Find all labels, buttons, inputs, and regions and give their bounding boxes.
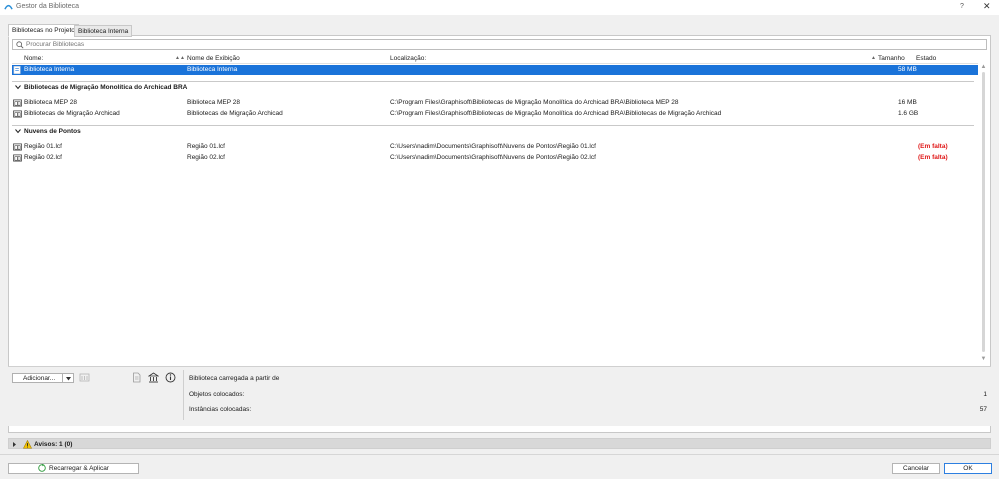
scroll-down-icon[interactable]: ▼: [980, 356, 987, 362]
table-row[interactable]: Região 01.lcf Região 01.lcf C:\Users\nad…: [12, 142, 978, 152]
col-header-size[interactable]: Tamanho: [878, 55, 905, 62]
add-dropdown-button[interactable]: [63, 373, 74, 383]
add-button[interactable]: Adicionar...: [12, 373, 63, 383]
cell-display: Região 01.lcf: [187, 143, 225, 150]
search-input[interactable]: [26, 40, 966, 49]
instances-placed-label: Instâncias colocadas:: [189, 406, 252, 413]
library-folder-icon: [13, 143, 22, 151]
archicad-app-icon: [4, 4, 13, 10]
cell-display: Biblioteca Interna: [187, 66, 238, 73]
col-header-name[interactable]: Nome:: [24, 55, 43, 62]
library-file-icon: [13, 66, 21, 74]
cancel-button[interactable]: Cancelar: [892, 463, 940, 474]
scroll-thumb[interactable]: [982, 72, 985, 352]
cell-location: C:\Users\nadim\Documents\Graphisoft\Nuve…: [390, 154, 596, 161]
group-header-migration[interactable]: Bibliotecas de Migração Monolítica do Ar…: [12, 81, 978, 93]
group-title: Bibliotecas de Migração Monolítica do Ar…: [24, 84, 188, 91]
search-icon: [16, 41, 24, 49]
vertical-scrollbar[interactable]: ▲ ▼: [979, 54, 988, 366]
library-structure-icon[interactable]: [148, 372, 159, 383]
cell-name: Região 02.lcf: [24, 154, 62, 161]
tab-embedded-library[interactable]: Biblioteca Interna: [74, 25, 133, 37]
close-button[interactable]: ✕: [983, 1, 991, 12]
library-folder-icon: [13, 99, 22, 107]
cell-size: 16 MB: [898, 99, 917, 106]
group-header-point-clouds[interactable]: Nuvens de Pontos: [12, 125, 978, 137]
instances-placed-value: 57: [979, 406, 987, 413]
cell-name: Região 01.lcf: [24, 143, 62, 150]
cell-display: Região 02.lcf: [187, 154, 225, 161]
chevron-down-icon[interactable]: [15, 128, 21, 134]
info-icon[interactable]: [165, 372, 176, 383]
objects-placed-value: 1: [983, 391, 987, 398]
col-header-display[interactable]: Nome de Exibição: [187, 55, 240, 62]
tab-project-libraries[interactable]: Bibliotecas no Projeto: [8, 24, 79, 37]
scroll-up-icon[interactable]: ▲: [980, 64, 987, 70]
search-box[interactable]: [12, 39, 987, 50]
group-title: Nuvens de Pontos: [24, 128, 81, 135]
cell-name: Biblioteca MEP 28: [24, 99, 77, 106]
document-icon[interactable]: [131, 372, 142, 383]
cell-display: Biblioteca MEP 28: [187, 99, 240, 106]
cell-display: Bibliotecas de Migração Archicad: [187, 110, 283, 117]
table-row[interactable]: Biblioteca MEP 28 Biblioteca MEP 28 C:\P…: [12, 98, 978, 108]
cell-size: 58 MB: [898, 66, 917, 73]
col-header-status[interactable]: Estado: [916, 55, 936, 62]
library-folder-icon: [13, 154, 22, 162]
reload-apply-label: Recarregar & Aplicar: [49, 465, 109, 472]
chevron-down-icon[interactable]: [15, 84, 21, 90]
warning-icon: [23, 440, 32, 449]
cell-status-missing: (Em falta): [918, 154, 948, 161]
ok-button[interactable]: OK: [944, 463, 992, 474]
library-settings-icon[interactable]: [79, 372, 90, 383]
cell-size: 1.6 GB: [898, 110, 919, 117]
reload-apply-button[interactable]: Recarregar & Aplicar: [8, 463, 139, 474]
sort-indicator-icon: ▲▲: [175, 55, 185, 61]
help-button[interactable]: ?: [960, 3, 964, 10]
warnings-label: Avisos: 1 (0): [34, 441, 73, 448]
cell-status-missing: (Em falta): [918, 143, 948, 150]
cell-name: Biblioteca Interna: [24, 66, 75, 73]
cell-location: C:\Program Files\Graphisoft\Bibliotecas …: [390, 110, 722, 117]
header-divider: [12, 63, 978, 64]
objects-placed-label: Objetos colocados:: [189, 391, 245, 398]
library-table: Nome: ▲▲ Nome de Exibição Localização: ▲…: [12, 54, 978, 366]
footer-divider: [0, 454, 999, 455]
cell-location: C:\Program Files\Graphisoft\Bibliotecas …: [390, 99, 679, 106]
table-row[interactable]: Bibliotecas de Migração Archicad Bibliot…: [12, 109, 978, 119]
reload-icon: [38, 464, 46, 473]
library-folder-icon: [13, 110, 22, 118]
cell-location: C:\Users\nadim\Documents\Graphisoft\Nuve…: [390, 143, 596, 150]
warnings-bar[interactable]: Avisos: 1 (0): [8, 438, 991, 449]
cell-name: Bibliotecas de Migração Archicad: [24, 110, 120, 117]
chevron-down-icon: [66, 377, 71, 381]
table-row[interactable]: Região 02.lcf Região 02.lcf C:\Users\nad…: [12, 153, 978, 163]
table-row-selected[interactable]: Biblioteca Interna Biblioteca Interna 58…: [12, 65, 978, 75]
panel-divider: [183, 370, 184, 420]
title-bar: Gestor da Biblioteca ? ✕: [0, 0, 999, 15]
sort-asc-icon: ▲: [871, 55, 876, 61]
window-title: Gestor da Biblioteca: [16, 3, 80, 10]
loaded-from-label: Biblioteca carregada a partir de: [189, 375, 280, 382]
chevron-right-icon[interactable]: [12, 442, 17, 447]
col-header-location[interactable]: Localização:: [390, 55, 426, 62]
